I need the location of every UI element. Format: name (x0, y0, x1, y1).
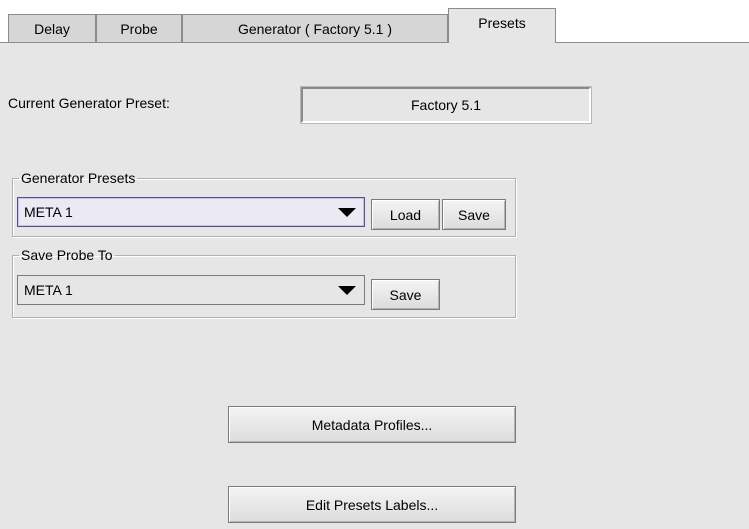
save-probe-select[interactable]: META 1 (17, 275, 365, 305)
tab-generator[interactable]: Generator ( Factory 5.1 ) (182, 14, 448, 42)
metadata-profiles-button[interactable]: Metadata Profiles... (228, 406, 516, 443)
generator-save-button[interactable]: Save (442, 199, 506, 230)
presets-window: Delay Probe Generator ( Factory 5.1 ) Pr… (0, 0, 749, 529)
dropdown-arrow-icon (338, 286, 356, 295)
save-probe-to-legend: Save Probe To (21, 247, 113, 263)
load-button[interactable]: Load (371, 199, 440, 230)
generator-presets-legend: Generator Presets (21, 170, 136, 186)
tab-generator-label: Generator ( Factory 5.1 ) (237, 20, 393, 37)
presets-panel: Current Generator Preset: Factory 5.1 Ge… (0, 42, 749, 529)
generator-save-button-label: Save (458, 206, 490, 223)
tab-probe[interactable]: Probe (96, 14, 182, 42)
current-preset-label: Current Generator Preset: (8, 95, 170, 111)
tab-probe-label: Probe (120, 20, 158, 37)
load-button-label: Load (389, 206, 422, 223)
probe-save-button[interactable]: Save (371, 279, 440, 310)
edit-presets-labels-label: Edit Presets Labels... (305, 496, 439, 513)
tab-delay-label: Delay (34, 20, 70, 37)
probe-save-button-label: Save (389, 286, 422, 303)
metadata-profiles-label: Metadata Profiles... (311, 416, 433, 433)
tab-delay[interactable]: Delay (8, 14, 96, 42)
dropdown-arrow-icon (338, 208, 356, 217)
tab-presets-label: Presets (478, 15, 526, 31)
current-preset-readout: Factory 5.1 (300, 86, 592, 124)
current-preset-value: Factory 5.1 (410, 97, 482, 113)
generator-preset-selected: META 1 (24, 204, 73, 220)
tab-presets[interactable]: Presets (448, 8, 556, 43)
generator-preset-select[interactable]: META 1 (17, 197, 365, 227)
edit-presets-labels-button[interactable]: Edit Presets Labels... (228, 486, 516, 523)
save-probe-selected: META 1 (24, 282, 73, 298)
